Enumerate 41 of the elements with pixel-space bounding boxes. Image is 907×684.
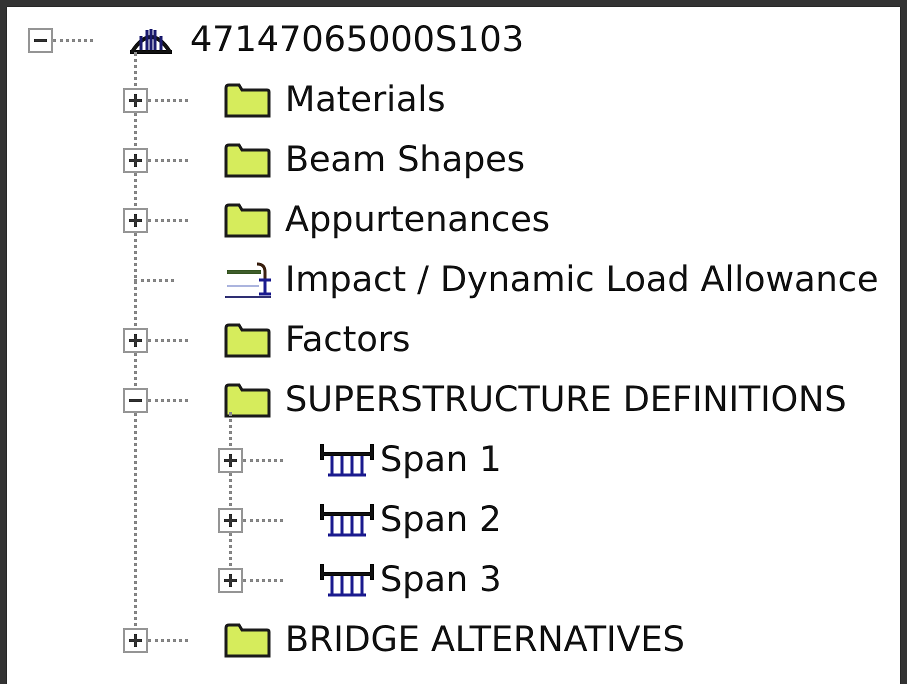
tree-node-label[interactable]: SUPERSTRUCTURE DEFINITIONS	[285, 382, 847, 418]
expand-toggle[interactable]	[123, 208, 148, 232]
folder-icon	[223, 202, 271, 238]
tree-node-label[interactable]: Span 3	[380, 562, 502, 598]
folder-icon	[223, 142, 271, 178]
minus-icon	[129, 398, 142, 402]
expand-toggle[interactable]	[218, 568, 243, 592]
collapse-toggle[interactable]	[28, 28, 53, 52]
tree-node-label[interactable]: Span 1	[380, 442, 502, 478]
tree-node-label[interactable]: Impact / Dynamic Load Allowance	[285, 262, 878, 298]
span-girder-icon	[318, 562, 376, 598]
folder-icon	[223, 322, 271, 358]
plus-icon	[128, 212, 143, 228]
collapse-toggle[interactable]	[123, 388, 148, 412]
tree-node-label[interactable]: Beam Shapes	[285, 142, 526, 178]
tree-node-label[interactable]: Appurtenances	[285, 202, 550, 238]
folder-icon	[223, 82, 271, 118]
expand-toggle[interactable]	[123, 328, 148, 352]
plus-icon	[223, 512, 238, 528]
plus-icon	[128, 332, 143, 348]
folder-icon	[223, 622, 271, 658]
expand-toggle[interactable]	[123, 88, 148, 112]
tree-node-label[interactable]: BRIDGE ALTERNATIVES	[285, 622, 685, 658]
plus-icon	[128, 152, 143, 168]
tree-node-label[interactable]: Span 2	[380, 502, 502, 538]
expand-toggle[interactable]	[218, 508, 243, 532]
expand-toggle[interactable]	[123, 628, 148, 652]
span-girder-icon	[318, 442, 376, 478]
folder-icon	[223, 382, 271, 418]
expand-toggle[interactable]	[218, 448, 243, 472]
expand-toggle[interactable]	[123, 148, 148, 172]
tree-node-label[interactable]: 47147065000S103	[190, 22, 524, 58]
span-girder-icon	[318, 502, 376, 538]
plus-icon	[128, 92, 143, 108]
tree-node-label[interactable]: Factors	[285, 322, 410, 358]
plus-icon	[223, 572, 238, 588]
tree-node-label[interactable]: Materials	[285, 82, 446, 118]
plus-icon	[223, 452, 238, 468]
load-beam-icon	[223, 260, 273, 300]
plus-icon	[128, 632, 143, 648]
minus-icon	[34, 38, 47, 42]
